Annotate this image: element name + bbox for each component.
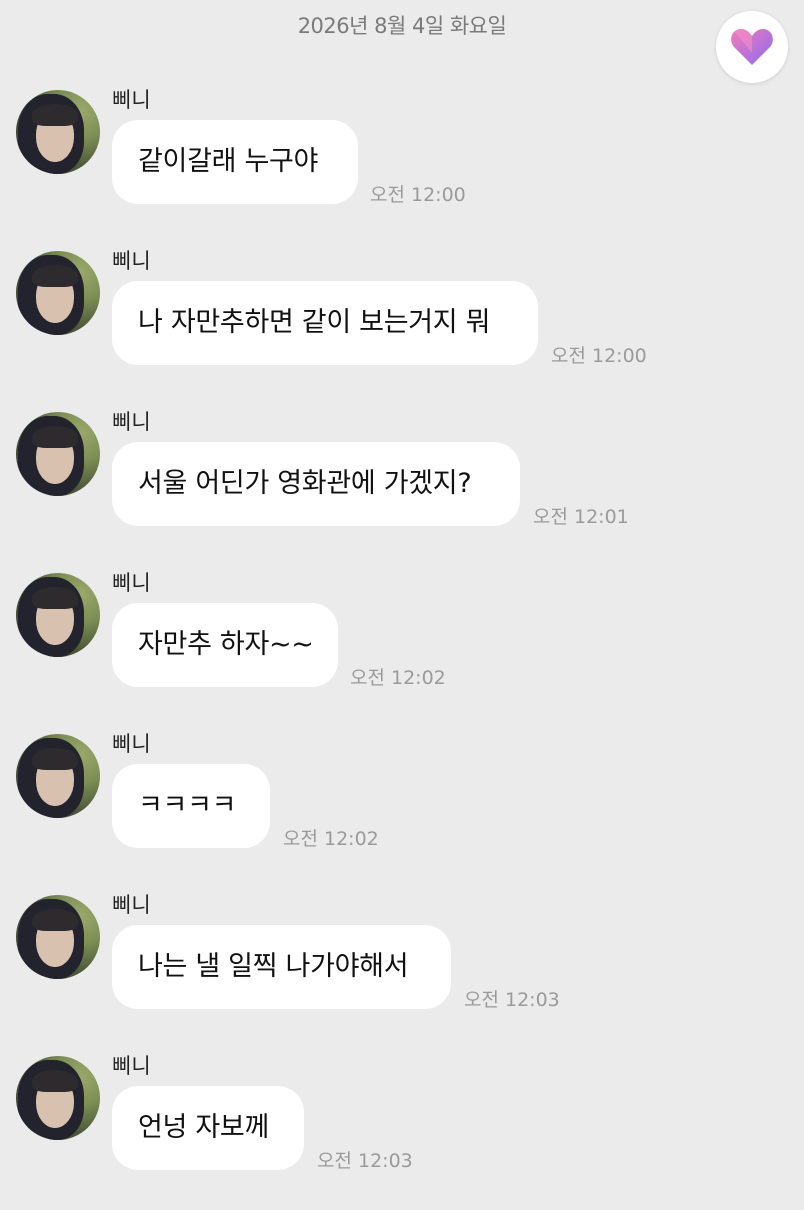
heart-button[interactable] <box>716 11 788 83</box>
message-row: 삐니 언넝 자보께 오전 12:03 <box>0 1050 804 1210</box>
avatar[interactable] <box>16 734 100 818</box>
sender-name: 삐니 <box>112 88 151 112</box>
message-row: 삐니 나 자만추하면 같이 보는거지 뭐 오전 12:00 <box>0 245 804 405</box>
message-row: 삐니 ㅋㅋㅋㅋ 오전 12:02 <box>0 728 804 888</box>
sender-name: 삐니 <box>112 732 151 756</box>
sender-name: 삐니 <box>112 410 151 434</box>
avatar[interactable] <box>16 573 100 657</box>
avatar[interactable] <box>16 895 100 979</box>
message-bubble[interactable]: 나 자만추하면 같이 보는거지 뭐 <box>112 281 538 365</box>
date-header: 2026년 8월 4일 화요일 <box>297 14 507 38</box>
message-row: 삐니 같이갈래 누구야 오전 12:00 <box>0 84 804 244</box>
message-time: 오전 12:03 <box>464 989 560 1011</box>
avatar[interactable] <box>16 90 100 174</box>
message-time: 오전 12:00 <box>370 184 466 206</box>
avatar[interactable] <box>16 412 100 496</box>
message-time: 오전 12:02 <box>350 667 446 689</box>
sender-name: 삐니 <box>112 1054 151 1078</box>
message-time: 오전 12:01 <box>533 506 629 528</box>
sender-name: 삐니 <box>112 893 151 917</box>
message-row: 삐니 서울 어딘가 영화관에 가겠지? 오전 12:01 <box>0 406 804 566</box>
message-bubble[interactable]: 서울 어딘가 영화관에 가겠지? <box>112 442 520 526</box>
message-bubble[interactable]: 같이갈래 누구야 <box>112 120 358 204</box>
message-row: 삐니 자만추 하자~~ 오전 12:02 <box>0 567 804 727</box>
avatar[interactable] <box>16 1056 100 1140</box>
sender-name: 삐니 <box>112 249 151 273</box>
message-bubble[interactable]: 자만추 하자~~ <box>112 603 338 687</box>
message-bubble[interactable]: 언넝 자보께 <box>112 1086 304 1170</box>
message-bubble[interactable]: ㅋㅋㅋㅋ <box>112 764 270 848</box>
sender-name: 삐니 <box>112 571 151 595</box>
avatar[interactable] <box>16 251 100 335</box>
message-row: 삐니 나는 낼 일찍 나가야해서 오전 12:03 <box>0 889 804 1049</box>
message-time: 오전 12:02 <box>283 828 379 850</box>
message-bubble[interactable]: 나는 낼 일찍 나가야해서 <box>112 925 451 1009</box>
message-time: 오전 12:00 <box>551 345 647 367</box>
message-time: 오전 12:03 <box>317 1150 413 1172</box>
heart-icon <box>731 29 773 65</box>
